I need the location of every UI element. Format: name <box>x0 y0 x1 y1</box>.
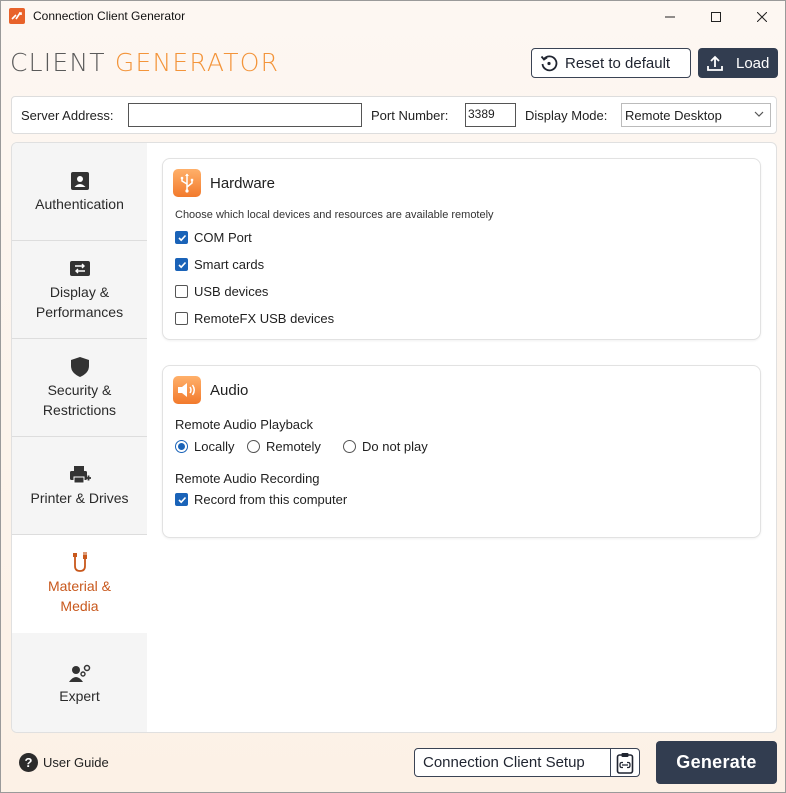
connection-client-setup-button[interactable]: Connection Client Setup <box>414 748 640 777</box>
audio-title: Audio <box>210 381 249 399</box>
checkbox-checked-icon[interactable] <box>175 258 188 271</box>
checkbox-label: RemoteFX USB devices <box>194 311 335 326</box>
usb-icon <box>173 169 201 197</box>
shield-icon <box>70 356 89 378</box>
remotefx-usb-checkbox-row[interactable]: RemoteFX USB devices <box>175 311 334 326</box>
upload-icon <box>706 54 724 72</box>
display-mode-label: Display Mode: <box>525 108 608 123</box>
sidebar: Authentication Display & Performances Se… <box>12 143 147 732</box>
sidebar-item-printer-drives[interactable]: Printer & Drives <box>12 437 147 535</box>
speaker-icon <box>173 376 201 404</box>
printer-icon <box>69 464 91 486</box>
display-mode-select[interactable]: Remote Desktop <box>621 103 771 127</box>
chevron-down-icon <box>754 109 764 122</box>
user-guide-link[interactable]: ? User Guide <box>19 753 109 772</box>
hardware-title: Hardware <box>210 174 276 192</box>
sidebar-item-label: Security & Restrictions <box>42 381 117 418</box>
sidebar-item-label: Expert <box>59 687 100 704</box>
load-label: Load <box>736 54 770 72</box>
display-mode-value: Remote Desktop <box>625 108 722 123</box>
checkbox-unchecked-icon[interactable] <box>175 312 188 325</box>
playback-radio-remotely[interactable]: Remotely <box>247 439 321 454</box>
checkbox-unchecked-icon[interactable] <box>175 285 188 298</box>
sidebar-item-expert[interactable]: Expert <box>12 633 147 732</box>
port-number-input[interactable]: 3389 <box>465 103 516 127</box>
close-button[interactable] <box>739 1 785 32</box>
playback-label: Remote Audio Playback <box>175 417 314 432</box>
usb-devices-checkbox-row[interactable]: USB devices <box>175 284 268 299</box>
expert-icon <box>68 662 92 684</box>
port-number-label: Port Number: <box>371 108 449 123</box>
reset-icon <box>539 53 561 73</box>
app-window: Connection Client Generator CLIENT GENER… <box>0 0 786 793</box>
server-address-label: Server Address: <box>21 108 114 123</box>
audio-card: Audio Remote Audio Playback Locally Remo… <box>162 365 761 538</box>
sidebar-item-label: Authentication <box>35 195 124 212</box>
checkbox-label: USB devices <box>194 284 269 299</box>
checkbox-checked-icon[interactable] <box>175 231 188 244</box>
server-settings-bar: Server Address: Port Number: 3389 Displa… <box>11 96 777 134</box>
minimize-button[interactable] <box>647 1 693 32</box>
checkbox-checked-icon[interactable] <box>175 493 188 506</box>
sidebar-item-display[interactable]: Display & Performances <box>12 241 147 339</box>
reset-label: Reset to default <box>565 54 671 72</box>
brand-logo: CLIENT GENERATOR <box>10 48 279 77</box>
checkbox-label: Smart cards <box>194 257 265 272</box>
load-button[interactable]: Load <box>698 48 778 78</box>
titlebar: Connection Client Generator <box>1 1 785 32</box>
server-address-input[interactable] <box>128 103 362 127</box>
radio-unselected-icon[interactable] <box>343 440 356 453</box>
generate-button[interactable]: Generate <box>656 741 777 784</box>
brand-part2: GENERATOR <box>114 48 280 77</box>
checkbox-label: COM Port <box>194 230 252 245</box>
display-icon <box>69 258 90 280</box>
setup-label: Connection Client Setup <box>423 754 585 771</box>
radio-selected-icon[interactable] <box>175 440 188 453</box>
main-panel: Authentication Display & Performances Se… <box>11 142 777 733</box>
record-from-computer-checkbox-row[interactable]: Record from this computer <box>175 492 347 507</box>
user-guide-label: User Guide <box>43 755 109 770</box>
window-title: Connection Client Generator <box>33 9 186 23</box>
hardware-header: Hardware <box>173 169 275 197</box>
app-logo-icon <box>9 8 25 24</box>
com-port-checkbox-row[interactable]: COM Port <box>175 230 252 245</box>
sidebar-item-label: Material & Media <box>47 578 112 614</box>
media-cable-icon <box>70 552 90 574</box>
sidebar-item-label: Printer & Drives <box>30 489 129 506</box>
hardware-description: Choose which local devices and resources… <box>175 209 494 221</box>
sidebar-item-label: Display & Performances <box>35 283 124 320</box>
recording-label: Remote Audio Recording <box>175 471 320 486</box>
sidebar-item-material-media[interactable]: Material & Media <box>12 535 147 633</box>
brand-part1: CLIENT <box>10 48 106 77</box>
radio-unselected-icon[interactable] <box>247 440 260 453</box>
sidebar-item-security[interactable]: Security & Restrictions <box>12 339 147 437</box>
help-icon: ? <box>19 753 38 772</box>
hardware-card: Hardware Choose which local devices and … <box>162 158 761 340</box>
reset-to-default-button[interactable]: Reset to default <box>531 48 691 78</box>
maximize-button[interactable] <box>693 1 739 32</box>
clipboard-link-icon[interactable] <box>610 749 639 776</box>
radio-label: Remotely <box>266 439 321 454</box>
radio-label: Locally <box>194 439 235 454</box>
radio-label: Do not play <box>362 439 428 454</box>
checkbox-label: Record from this computer <box>194 492 348 507</box>
smart-cards-checkbox-row[interactable]: Smart cards <box>175 257 264 272</box>
playback-radio-locally[interactable]: Locally <box>175 439 234 454</box>
id-badge-icon <box>70 170 90 192</box>
audio-header: Audio <box>173 376 248 404</box>
sidebar-item-authentication[interactable]: Authentication <box>12 143 147 241</box>
playback-radio-do-not-play[interactable]: Do not play <box>343 439 428 454</box>
